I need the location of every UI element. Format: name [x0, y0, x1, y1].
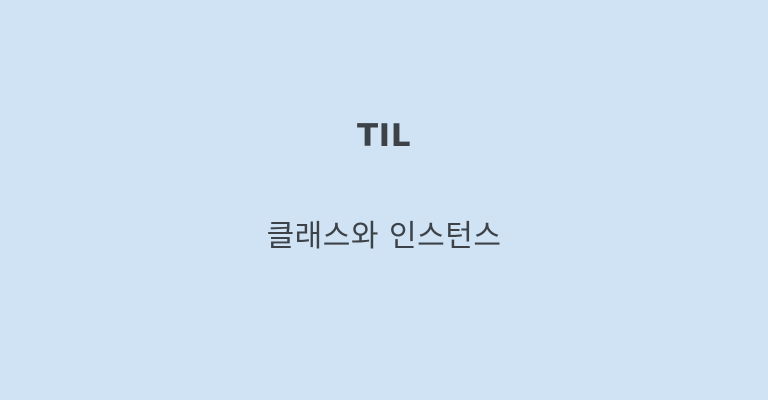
thumbnail-title: TIL	[357, 118, 411, 154]
thumbnail-subtitle: 클래스와 인스턴스	[266, 219, 502, 254]
thumbnail-card: TIL 클래스와 인스턴스	[0, 0, 768, 400]
